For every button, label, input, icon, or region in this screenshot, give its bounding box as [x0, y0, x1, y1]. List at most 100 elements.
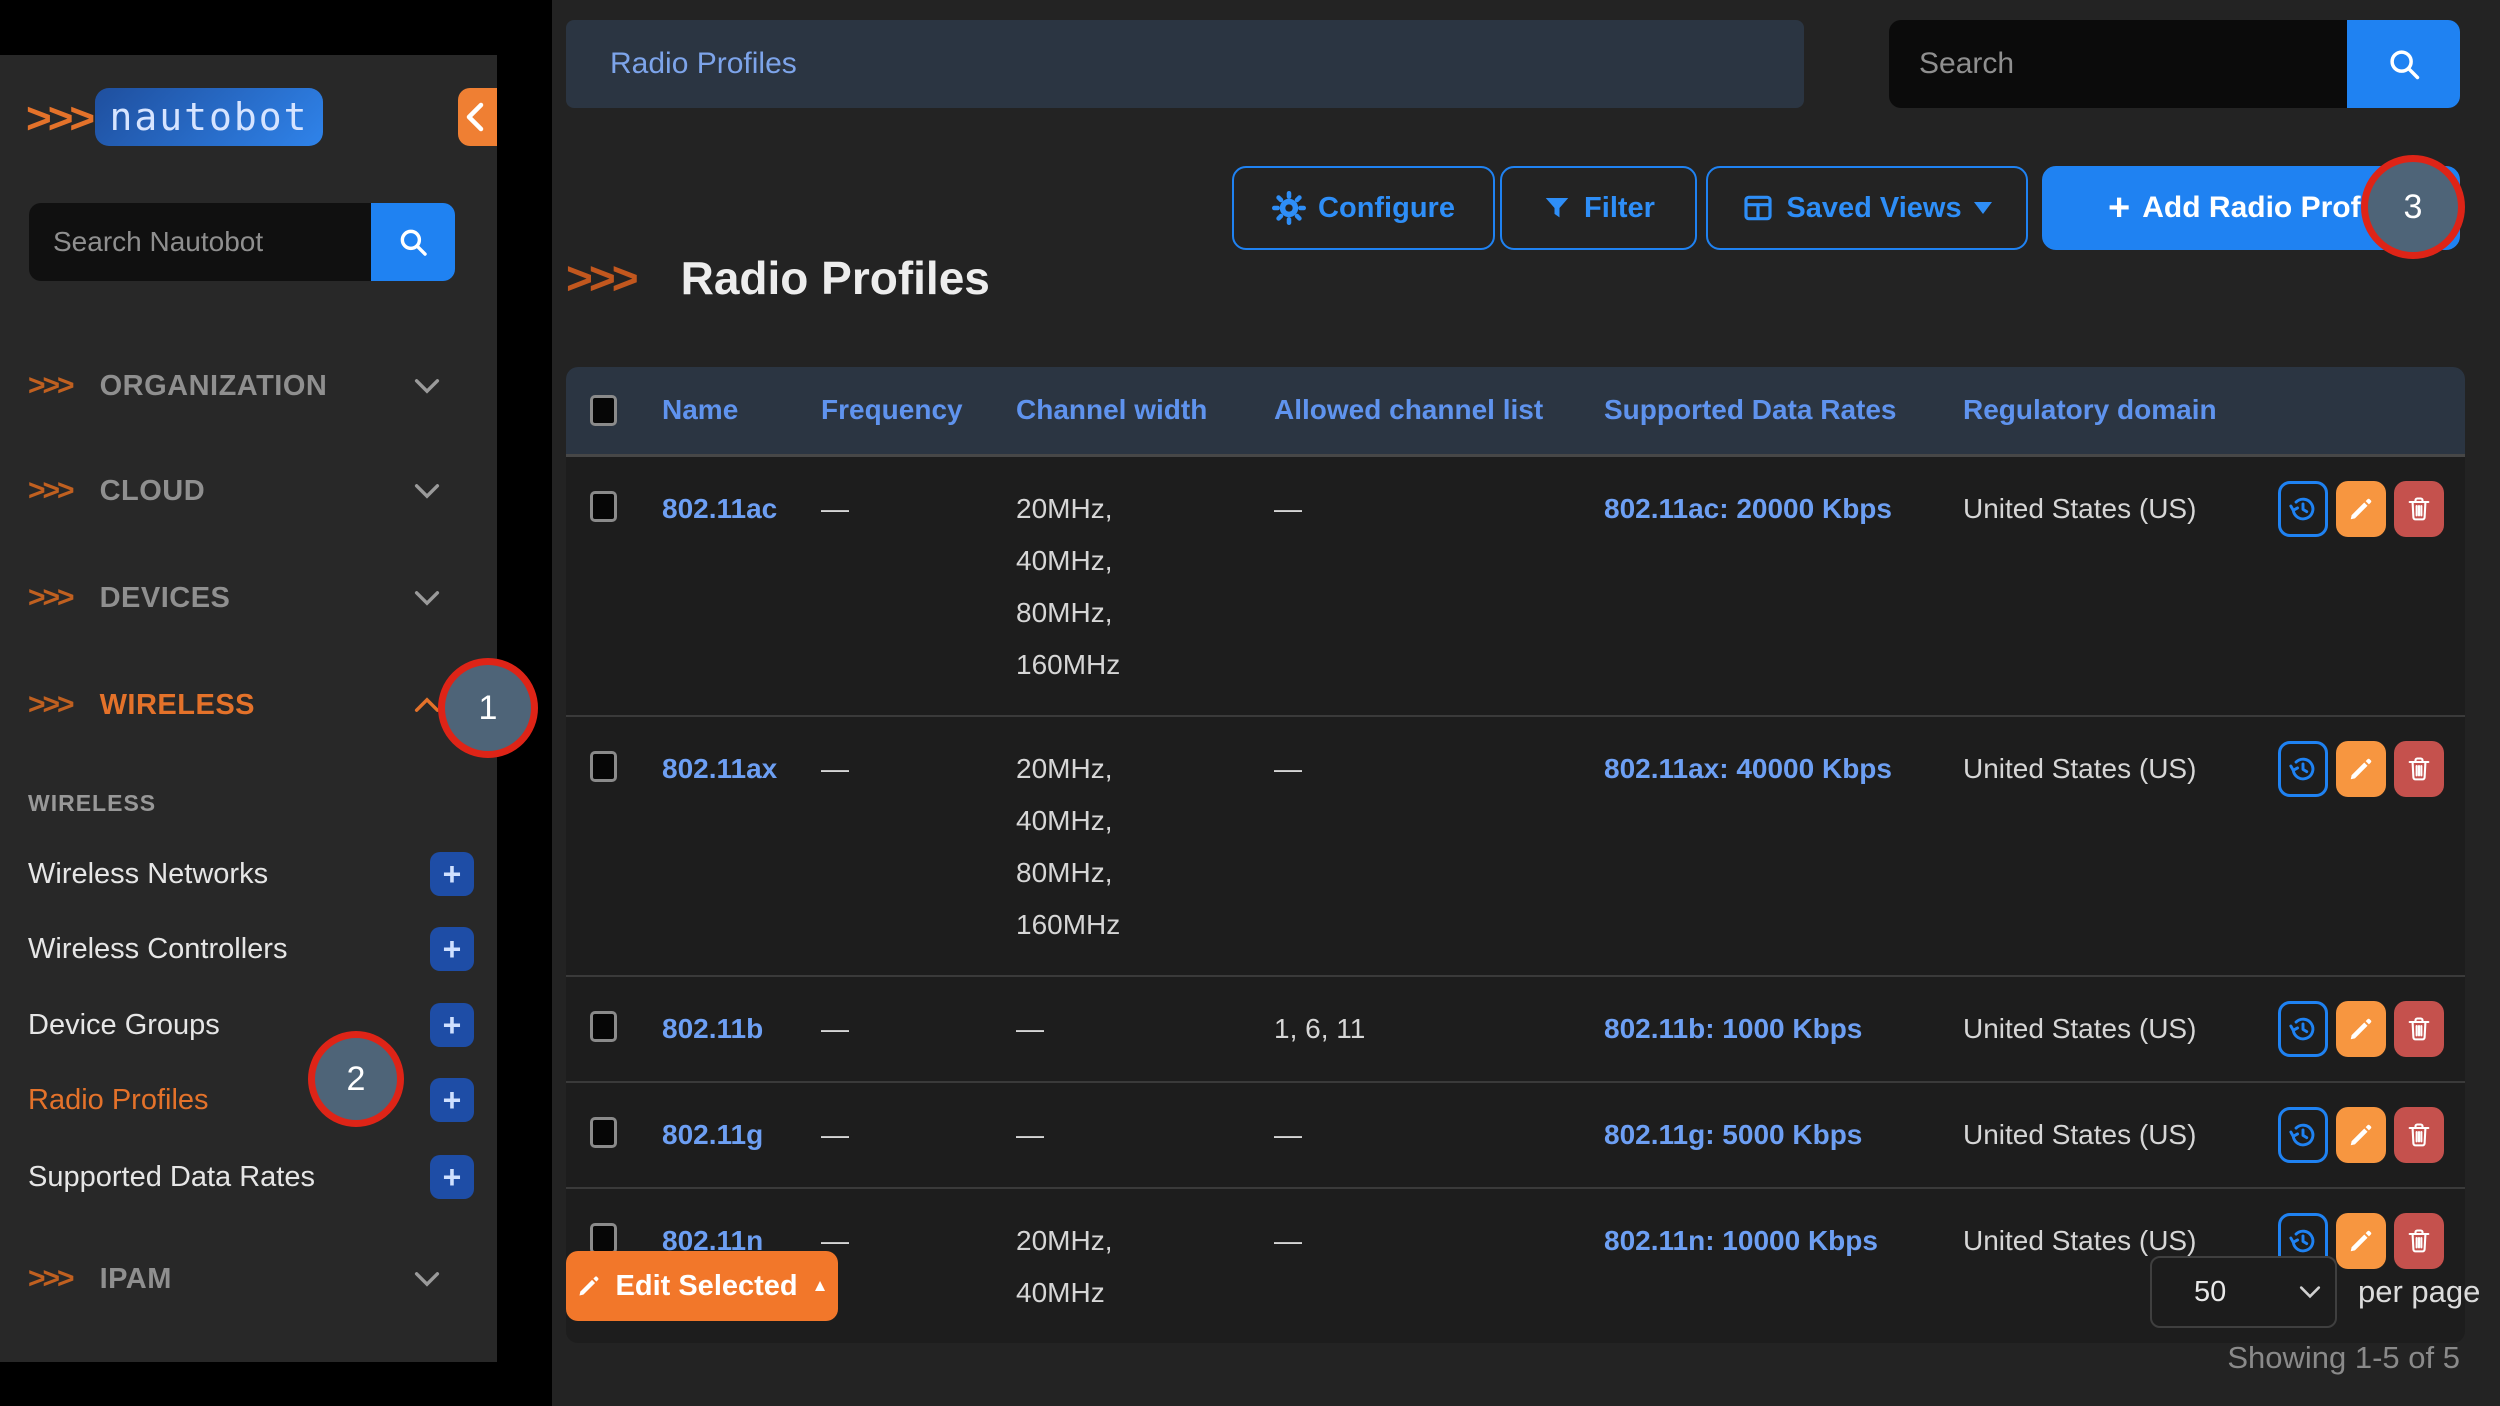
row-checkbox[interactable] — [590, 1011, 617, 1042]
configure-button[interactable]: Configure — [1232, 166, 1495, 250]
add-wireless-network-button[interactable]: + — [430, 852, 474, 896]
column-header-regulatory-domain[interactable]: Regulatory domain — [1963, 367, 2270, 455]
regulatory-domain-value: United States (US) — [1963, 483, 2196, 535]
caret-down-icon — [1974, 202, 1992, 214]
global-search-input[interactable] — [1889, 20, 2347, 108]
add-wireless-controller-button[interactable]: + — [430, 927, 474, 971]
table-row: 802.11ac — 20MHz, 40MHz, 80MHz, 160MHz —… — [566, 455, 2465, 716]
sidebar-item-label: Device Groups — [28, 1009, 220, 1042]
table-row: 802.11g — — — 802.11g: 5000 Kbps United … — [566, 1082, 2465, 1188]
sidebar-group-devices[interactable]: >>> DEVICES — [28, 573, 440, 623]
sidebar-item-supported-data-rates[interactable]: Supported Data Rates — [28, 1147, 440, 1207]
add-supported-data-rate-button[interactable]: + — [430, 1155, 474, 1199]
delete-button[interactable] — [2394, 1001, 2444, 1057]
sidebar-search-button[interactable] — [371, 203, 455, 281]
sidebar-item-wireless-controllers[interactable]: Wireless Controllers — [28, 919, 440, 979]
channel-width-value: — — [1016, 1109, 1044, 1161]
column-header-frequency[interactable]: Frequency — [821, 367, 1016, 455]
sidebar: >>> nautobot >>> ORGANIZATION >>> CLOUD — [0, 55, 497, 1362]
table-row: 802.11ax — 20MHz, 40MHz, 80MHz, 160MHz —… — [566, 716, 2465, 976]
group-chevrons-icon: >>> — [28, 1264, 72, 1294]
caret-up-icon: ▲ — [812, 1276, 829, 1296]
sidebar-collapse-button[interactable] — [458, 88, 497, 146]
annotation-circle-2: 2 — [308, 1031, 404, 1127]
column-header-allowed-channel-list[interactable]: Allowed channel list — [1274, 367, 1604, 455]
add-device-group-button[interactable]: + — [430, 1003, 474, 1047]
regulatory-domain-value: United States (US) — [1963, 1003, 2196, 1055]
sidebar-group-ipam[interactable]: >>> IPAM — [28, 1254, 440, 1304]
regulatory-domain-value: United States (US) — [1963, 1109, 2196, 1161]
global-search-button[interactable] — [2347, 20, 2460, 108]
allowed-channel-list-value: — — [1274, 1215, 1302, 1267]
channel-width-value: 20MHz, 40MHz, 80MHz, 160MHz — [1016, 483, 1208, 691]
per-page-value: 50 — [2152, 1276, 2226, 1309]
pencil-icon — [576, 1273, 602, 1299]
row-checkbox[interactable] — [590, 751, 617, 782]
channel-width-value: 20MHz, 40MHz, 80MHz, 160MHz — [1016, 743, 1208, 951]
supported-data-rates-link[interactable]: 802.11ac: 20000 Kbps — [1604, 493, 1892, 524]
delete-button[interactable] — [2394, 481, 2444, 537]
column-header-channel-width[interactable]: Channel width — [1016, 367, 1274, 455]
group-label: ORGANIZATION — [100, 370, 328, 403]
edit-button[interactable] — [2336, 1001, 2386, 1057]
frequency-value: — — [821, 1003, 849, 1055]
radio-profile-link[interactable]: 802.11b — [662, 1013, 763, 1044]
sidebar-item-wireless-networks[interactable]: Wireless Networks — [28, 844, 440, 904]
title-chevrons-icon: >>> — [566, 248, 635, 308]
supported-data-rates-link[interactable]: 802.11ax: 40000 Kbps — [1604, 753, 1892, 784]
sidebar-search — [29, 203, 455, 281]
radio-profile-link[interactable]: 802.11ac — [662, 493, 777, 524]
column-header-supported-data-rates[interactable]: Supported Data Rates — [1604, 367, 1963, 455]
edit-button[interactable] — [2336, 1107, 2386, 1163]
frequency-value: — — [821, 483, 849, 535]
pencil-icon — [2347, 755, 2375, 783]
frequency-value: — — [821, 1109, 849, 1161]
changelog-button[interactable] — [2278, 741, 2328, 797]
supported-data-rates-link[interactable]: 802.11g: 5000 Kbps — [1604, 1119, 1862, 1150]
row-checkbox[interactable] — [590, 491, 617, 522]
history-clock-icon — [2287, 493, 2319, 525]
layout-table-icon — [1742, 192, 1774, 224]
filter-button[interactable]: Filter — [1500, 166, 1697, 250]
radio-profile-link[interactable]: 802.11ax — [662, 753, 777, 784]
page-title-row: >>> Radio Profiles — [566, 248, 990, 308]
group-label: IPAM — [100, 1263, 172, 1296]
sidebar-search-input[interactable] — [29, 203, 371, 281]
breadcrumb[interactable]: Radio Profiles — [566, 20, 1804, 108]
edit-button[interactable] — [2336, 481, 2386, 537]
channel-width-value: — — [1016, 1003, 1044, 1055]
sidebar-item-label: Radio Profiles — [28, 1084, 209, 1117]
delete-button[interactable] — [2394, 741, 2444, 797]
saved-views-button[interactable]: Saved Views — [1706, 166, 2028, 250]
edit-button[interactable] — [2336, 741, 2386, 797]
group-chevrons-icon: >>> — [28, 476, 72, 506]
history-clock-icon — [2287, 1225, 2319, 1257]
changelog-button[interactable] — [2278, 1107, 2328, 1163]
sidebar-group-wireless[interactable]: >>> WIRELESS — [28, 680, 440, 730]
select-all-checkbox[interactable] — [590, 395, 617, 426]
delete-button[interactable] — [2394, 1107, 2444, 1163]
chevron-left-icon — [466, 102, 484, 132]
chevron-down-icon — [2299, 1285, 2321, 1299]
supported-data-rates-link[interactable]: 802.11b: 1000 Kbps — [1604, 1013, 1862, 1044]
table-header-row: Name Frequency Channel width Allowed cha… — [566, 367, 2465, 455]
edit-selected-button[interactable]: Edit Selected ▲ — [566, 1251, 838, 1321]
row-checkbox[interactable] — [590, 1223, 617, 1254]
annotation-circle-1: 1 — [438, 658, 538, 758]
changelog-button[interactable] — [2278, 481, 2328, 537]
sidebar-item-label: Wireless Controllers — [28, 933, 287, 966]
nautobot-logo[interactable]: nautobot — [95, 88, 323, 146]
radio-profile-link[interactable]: 802.11g — [662, 1119, 763, 1150]
sidebar-group-organization[interactable]: >>> ORGANIZATION — [28, 361, 440, 411]
add-radio-profile-sidebar-button[interactable]: + — [430, 1078, 474, 1122]
changelog-button[interactable] — [2278, 1001, 2328, 1057]
row-checkbox[interactable] — [590, 1117, 617, 1148]
per-page-select[interactable]: 50 — [2150, 1256, 2337, 1328]
column-header-name[interactable]: Name — [662, 367, 821, 455]
trash-icon — [2405, 495, 2433, 523]
table-row: 802.11b — — 1, 6, 11 802.11b: 1000 Kbps … — [566, 976, 2465, 1082]
frequency-value: — — [821, 743, 849, 795]
sidebar-group-cloud[interactable]: >>> CLOUD — [28, 466, 440, 516]
plus-icon: + — [2108, 189, 2130, 227]
supported-data-rates-link[interactable]: 802.11n: 10000 Kbps — [1604, 1225, 1878, 1256]
